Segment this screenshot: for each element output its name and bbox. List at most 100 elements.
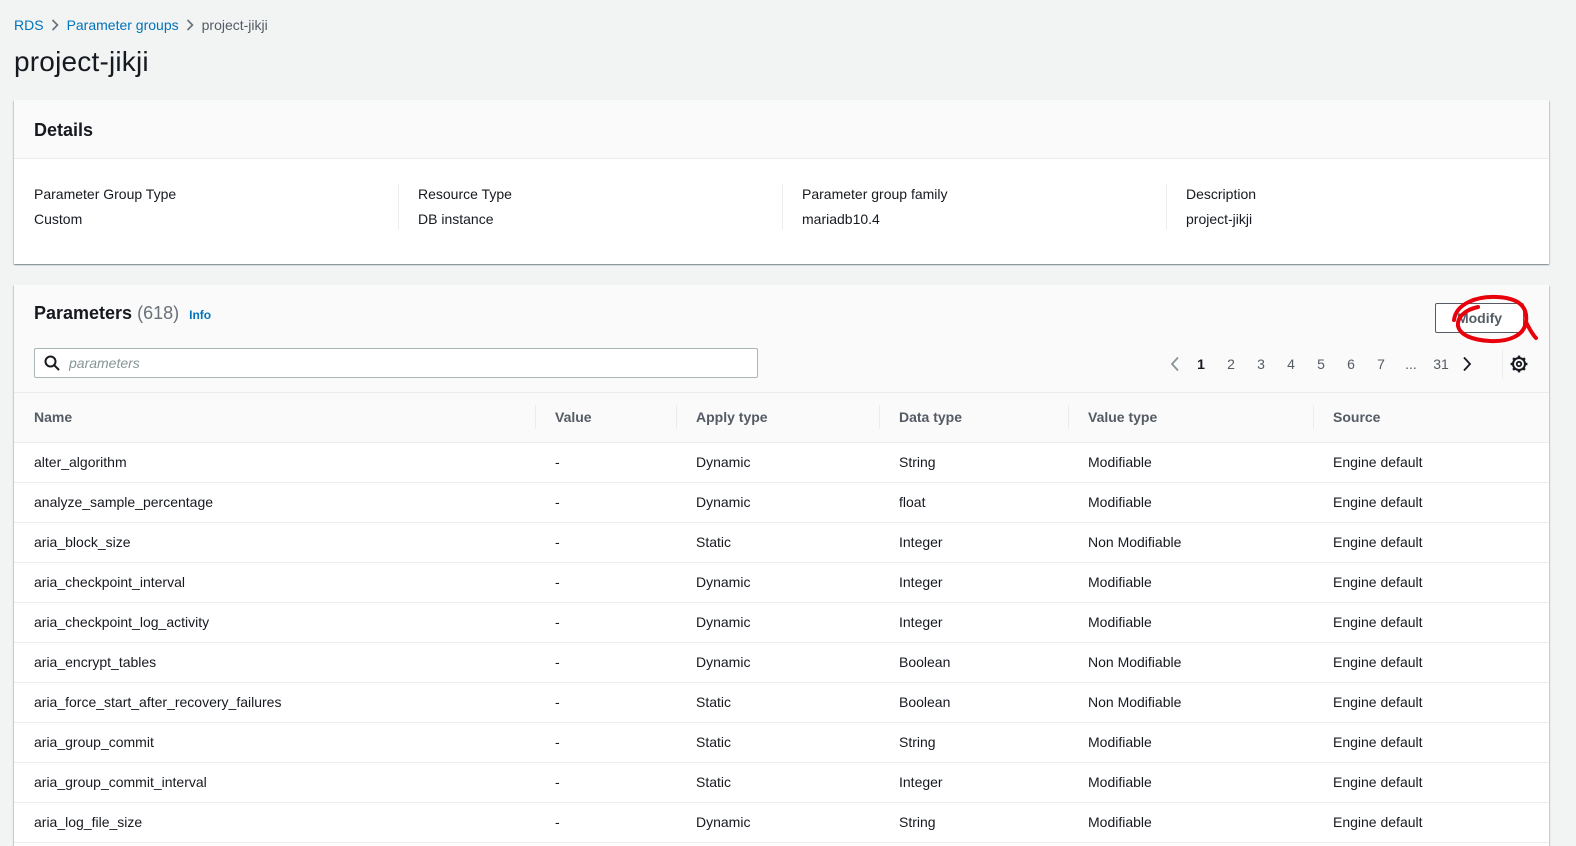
cell-source: Engine default: [1333, 534, 1423, 550]
chevron-left-icon[interactable]: [1164, 356, 1186, 372]
cell-name: analyze_sample_percentage: [34, 494, 214, 510]
cell-name: aria_checkpoint_log_activity: [34, 614, 210, 630]
column-header-apply-type[interactable]: Apply type: [676, 393, 879, 443]
info-link[interactable]: Info: [189, 308, 211, 322]
page-3[interactable]: 3: [1246, 356, 1276, 372]
column-separator: [535, 405, 536, 429]
table-body: alter_algorithm - Dynamic String Modifiable E…: [14, 442, 1549, 842]
cell-source: Engine default: [1333, 734, 1423, 750]
cell-value-type: Modifiable: [1088, 454, 1152, 470]
cell-name: aria_group_commit_interval: [34, 774, 207, 790]
cell-name: aria_log_file_size: [34, 814, 143, 830]
detail-value: project-jikji: [1186, 211, 1253, 227]
gear-icon[interactable]: [1508, 353, 1530, 375]
breadcrumb-current: project-jikji: [201, 17, 268, 33]
cell-value: -: [555, 734, 560, 750]
cell-source: Engine default: [1333, 654, 1423, 670]
column-separator: [1313, 405, 1314, 429]
cell-apply-type: Dynamic: [696, 494, 751, 510]
page-31[interactable]: 31: [1426, 356, 1456, 372]
cell-value: -: [555, 494, 560, 510]
cell-name: aria_group_commit: [34, 734, 154, 750]
page-7[interactable]: 7: [1366, 356, 1396, 372]
details-title: Details: [34, 120, 94, 140]
table-row[interactable]: aria_checkpoint_log_activity - Dynamic Inte…: [14, 602, 1549, 642]
search-input[interactable]: [69, 350, 757, 376]
column-header-label: Name: [34, 409, 73, 426]
page-4[interactable]: 4: [1276, 356, 1306, 372]
modify-button[interactable]: Modify: [1435, 303, 1524, 333]
detail-label: Description: [1186, 186, 1257, 202]
parameters-header: Parameters (618) Info Modify 1 2 3 4 5 6…: [14, 285, 1549, 393]
cell-value-type: Modifiable: [1088, 774, 1152, 790]
cell-data-type: String: [899, 454, 936, 470]
cell-value: -: [555, 654, 560, 670]
cell-apply-type: Static: [696, 534, 732, 550]
table-row[interactable]: aria_encrypt_tables - Dynamic Boolean Non Mo…: [14, 642, 1549, 682]
column-divider: [398, 184, 399, 230]
cell-data-type: float: [899, 494, 926, 510]
column-header-data-type[interactable]: Data type: [879, 393, 1068, 443]
cell-apply-type: Static: [696, 774, 732, 790]
cell-value: -: [555, 454, 560, 470]
column-header-label: Data type: [899, 409, 963, 426]
breadcrumb-item-parameter-groups[interactable]: Parameter groups: [67, 17, 179, 33]
parameters-title: Parameters: [34, 303, 133, 323]
cell-source: Engine default: [1333, 494, 1423, 510]
page-1[interactable]: 1: [1186, 356, 1216, 372]
table-row[interactable]: aria_group_commit_interval - Static Integer…: [14, 762, 1549, 802]
column-header-label: Source: [1333, 409, 1381, 426]
page-5[interactable]: 5: [1306, 356, 1336, 372]
column-header-name[interactable]: Name: [14, 393, 535, 443]
search-field[interactable]: [34, 348, 758, 378]
cell-apply-type: Dynamic: [696, 574, 751, 590]
cell-value-type: Modifiable: [1088, 814, 1152, 830]
cell-value-type: Modifiable: [1088, 614, 1152, 630]
chevron-right-icon[interactable]: [1456, 356, 1478, 372]
cell-value: -: [555, 774, 560, 790]
parameters-title-group: Parameters (618) Info: [34, 303, 211, 324]
column-separator: [1068, 405, 1069, 429]
page-2[interactable]: 2: [1216, 356, 1246, 372]
cell-data-type: Integer: [899, 614, 943, 630]
page-6[interactable]: 6: [1336, 356, 1366, 372]
details-body: Parameter Group Type Custom Resource Typ…: [14, 159, 1549, 263]
table-row[interactable]: aria_group_commit - Static String Modifiable…: [14, 722, 1549, 762]
column-header-value-type[interactable]: Value type: [1068, 393, 1313, 443]
column-divider: [782, 184, 783, 230]
cell-data-type: String: [899, 734, 936, 750]
detail-value: DB instance: [418, 211, 494, 227]
cell-value-type: Non Modifiable: [1088, 534, 1182, 550]
breadcrumb-item-rds[interactable]: RDS: [14, 17, 44, 33]
cell-value: -: [555, 614, 560, 630]
table-row[interactable]: aria_force_start_after_recovery_failures…: [14, 682, 1549, 722]
parameters-count: (618): [137, 303, 180, 323]
cell-data-type: Boolean: [899, 694, 951, 710]
cell-apply-type: Dynamic: [696, 654, 751, 670]
details-panel: Details Parameter Group Type Custom Reso…: [14, 100, 1549, 264]
detail-value: Custom: [34, 211, 83, 227]
detail-parameter-group-type: Parameter Group Type Custom: [34, 184, 176, 232]
chevron-right-icon: [44, 19, 67, 31]
toolbar-divider: [1502, 349, 1503, 379]
table-header-row: Name Value Apply type Data type Value ty…: [14, 393, 1549, 443]
table-row[interactable]: analyze_sample_percentage - Dynamic float Mo…: [14, 482, 1549, 522]
column-header-source[interactable]: Source: [1313, 393, 1549, 443]
breadcrumb: RDS Parameter groups project-jikji: [14, 16, 268, 34]
cell-data-type: String: [899, 814, 936, 830]
cell-source: Engine default: [1333, 814, 1423, 830]
parameters-table: Name Value Apply type Data type Value ty…: [14, 393, 1549, 843]
table-row[interactable]: aria_block_size - Static Integer Non Modifia…: [14, 522, 1549, 562]
table-row[interactable]: aria_checkpoint_interval - Dynamic Integer M…: [14, 562, 1549, 602]
column-header-value[interactable]: Value: [535, 393, 676, 443]
detail-label: Resource Type: [418, 186, 512, 202]
table-row[interactable]: alter_algorithm - Dynamic String Modifiable E…: [14, 442, 1549, 482]
table-row[interactable]: aria_log_file_size - Dynamic String Modifiab…: [14, 802, 1549, 842]
cell-apply-type: Dynamic: [696, 454, 751, 470]
cell-source: Engine default: [1333, 614, 1423, 630]
cell-name: aria_block_size: [34, 534, 131, 550]
cell-value-type: Modifiable: [1088, 574, 1152, 590]
cell-value-type: Non Modifiable: [1088, 654, 1182, 670]
cell-value-type: Non Modifiable: [1088, 694, 1182, 710]
cell-apply-type: Dynamic: [696, 814, 751, 830]
